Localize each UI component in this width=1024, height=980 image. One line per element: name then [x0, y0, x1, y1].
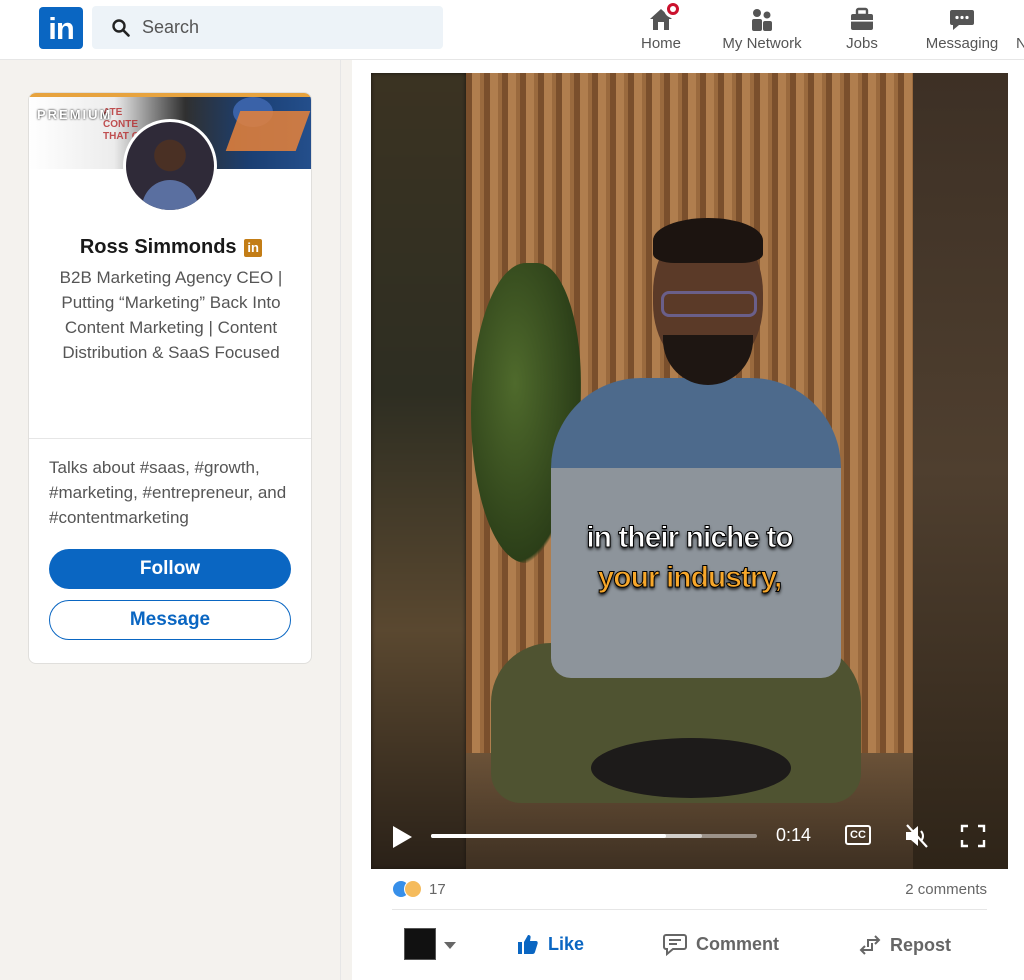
- like-button[interactable]: Like: [516, 932, 584, 956]
- nav-my-network-label: My Network: [722, 35, 802, 52]
- card-divider: [29, 438, 311, 439]
- caption-line-1: in their niche to: [586, 521, 794, 555]
- like-label: Like: [548, 933, 585, 954]
- top-navigation: in Home My Network Jobs: [0, 0, 1024, 60]
- search-input[interactable]: [142, 6, 422, 49]
- notification-badge: [664, 0, 682, 18]
- repost-label: Repost: [890, 934, 952, 955]
- closed-captions-button[interactable]: CC: [845, 825, 871, 845]
- feed-post: in their niche to your industry, 0:14 CC: [352, 60, 1024, 980]
- reaction-count: 17: [429, 881, 446, 898]
- premium-label: PREMIUM: [37, 107, 113, 122]
- nav-home[interactable]: Home: [630, 0, 692, 60]
- video-caption: in their niche to your industry,: [466, 518, 913, 598]
- premium-in-icon: in: [244, 239, 263, 257]
- video-blur-left: [371, 73, 466, 869]
- chevron-down-icon[interactable]: [444, 942, 456, 949]
- post-social-counts: 17 2 comments: [392, 880, 987, 900]
- mute-icon[interactable]: [903, 823, 931, 849]
- profile-name[interactable]: Ross Simmonds in: [29, 236, 311, 259]
- left-column: ATE CONTE THAT CU PREMIUM Ross Simmonds …: [0, 60, 341, 980]
- nav-jobs-label: Jobs: [846, 35, 878, 52]
- profile-avatar[interactable]: [123, 119, 217, 213]
- video-blur-right: [913, 73, 1008, 869]
- network-icon: [752, 9, 772, 31]
- profile-name-text: Ross Simmonds: [79, 236, 237, 258]
- progress-track[interactable]: [431, 834, 757, 838]
- search-box[interactable]: [92, 6, 443, 49]
- post-actions-bar: Like Comment Repost: [392, 918, 987, 968]
- briefcase-icon: [851, 7, 873, 30]
- comment-label: Comment: [696, 933, 780, 954]
- cover-decoration: [225, 111, 311, 151]
- video-person-hair: [653, 218, 763, 263]
- video-controls: 0:14 CC: [371, 813, 1008, 869]
- comment-button[interactable]: Comment: [662, 932, 779, 956]
- nav-notifications-partial[interactable]: N: [1016, 0, 1024, 60]
- nav-partial-label: N: [1016, 35, 1024, 52]
- progress-fill: [431, 834, 666, 838]
- repost-icon: [859, 935, 881, 955]
- video-player[interactable]: in their niche to your industry, 0:14 CC: [371, 73, 1008, 869]
- search-icon: [112, 19, 130, 37]
- nav-my-network[interactable]: My Network: [714, 0, 810, 60]
- video-time: 0:14: [776, 825, 812, 845]
- follow-button[interactable]: Follow: [49, 549, 291, 589]
- nav-messaging[interactable]: Messaging: [920, 0, 1004, 60]
- caption-line-2: your industry,: [597, 561, 783, 595]
- insightful-reaction-icon: [404, 880, 422, 898]
- nav-home-label: Home: [640, 35, 681, 52]
- actor-avatar[interactable]: [404, 928, 436, 960]
- comment-icon: [663, 934, 687, 956]
- video-stool: [591, 738, 791, 798]
- talks-about: Talks about #saas, #growth, #marketing, …: [49, 458, 287, 527]
- messaging-icon: [950, 10, 974, 30]
- message-button[interactable]: Message: [49, 600, 291, 640]
- repost-button[interactable]: Repost: [858, 932, 951, 958]
- thumbs-up-icon: [518, 935, 538, 954]
- actions-divider: [392, 909, 987, 910]
- video-person-glasses: [661, 291, 757, 317]
- comments-count[interactable]: 2 comments: [905, 881, 987, 898]
- profile-card: ATE CONTE THAT CU PREMIUM Ross Simmonds …: [28, 92, 312, 664]
- fullscreen-icon[interactable]: [960, 824, 986, 848]
- profile-headline: B2B Marketing Agency CEO | Putting “Mark…: [59, 268, 283, 362]
- linkedin-logo[interactable]: in: [39, 7, 83, 49]
- play-icon[interactable]: [393, 826, 412, 848]
- nav-messaging-label: Messaging: [925, 35, 999, 52]
- nav-jobs[interactable]: Jobs: [832, 0, 892, 60]
